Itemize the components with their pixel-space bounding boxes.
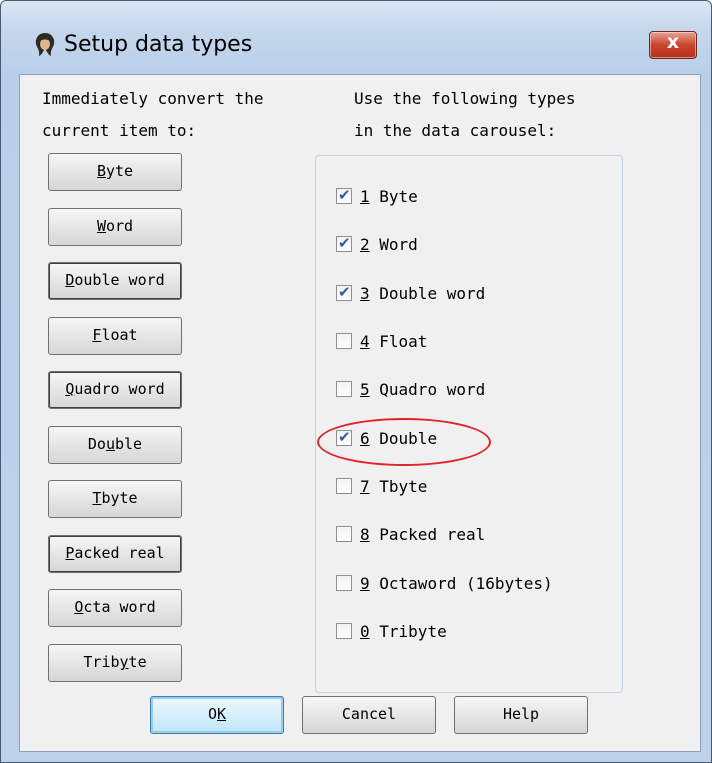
btn-accel: K [217, 705, 227, 723]
carousel-heading-line2: in the data carousel: [354, 121, 557, 140]
label-text: Byte [369, 187, 418, 206]
convert-heading-line1: Immediately convert the [42, 89, 264, 108]
label-text: Quadro word [369, 380, 486, 399]
accel-key: 4 [360, 332, 370, 351]
accel-key: 1 [360, 187, 370, 206]
btn-text-post: byte [101, 489, 138, 507]
convert-packed-real-button[interactable]: Packed real [48, 535, 182, 573]
checkbox-label: 7 Tbyte [360, 477, 427, 497]
label-text: Packed real [369, 525, 486, 544]
convert-float-button[interactable]: Float [48, 317, 182, 355]
help-button[interactable]: Help [454, 696, 588, 734]
label-text: Tbyte [369, 477, 428, 496]
checkbox[interactable] [336, 283, 352, 301]
app-icon [35, 33, 55, 56]
btn-text-pre: O [207, 705, 217, 723]
btn-text-post: yte [105, 162, 134, 180]
checkbox[interactable] [336, 575, 352, 591]
btn-text-post: uadro word [74, 380, 165, 398]
checkbox-label: 1 Byte [360, 187, 418, 207]
window-title: Setup data types [64, 32, 253, 57]
carousel-heading-line1: Use the following types [354, 89, 576, 108]
convert-word-button[interactable]: Word [48, 208, 182, 246]
convert-heading-line2: current item to: [42, 121, 197, 140]
btn-text-post: loat [101, 326, 138, 344]
checkbox-label: 8 Packed real [360, 525, 485, 545]
accel-key: 7 [360, 477, 370, 496]
btn-accel: B [96, 162, 106, 180]
btn-text-post: ble [115, 435, 143, 453]
checkbox[interactable] [336, 623, 352, 639]
btn-text: Cancel [341, 705, 397, 723]
convert-tribyte-button[interactable]: Tribyte [48, 644, 182, 682]
ok-button[interactable]: OK [150, 696, 284, 734]
label-text: Float [369, 332, 428, 351]
checkbox-label: 2 Word [360, 235, 418, 255]
accel-key: 8 [360, 525, 370, 544]
btn-accel: Q [65, 380, 75, 398]
btn-text-post: ord [105, 217, 134, 235]
convert-tbyte-button[interactable]: Tbyte [48, 480, 182, 518]
convert-quadro-word-button[interactable]: Quadro word [48, 371, 182, 409]
accel-key: 5 [360, 380, 370, 399]
checkbox[interactable] [336, 381, 352, 397]
cancel-button[interactable]: Cancel [302, 696, 436, 734]
btn-accel: P [65, 544, 75, 562]
convert-double-button[interactable]: Double [48, 426, 182, 464]
dialog-window: Setup data types x Immediately convert t… [0, 0, 712, 763]
dialog-client: Immediately convert the current item to:… [19, 74, 701, 752]
accel-key: 2 [360, 235, 370, 254]
checkbox[interactable] [336, 333, 352, 349]
btn-accel: D [65, 271, 75, 289]
convert-byte-button[interactable]: Byte [48, 153, 182, 191]
label-text: Double word [369, 284, 486, 303]
checkbox-label: 5 Quadro word [360, 380, 485, 400]
checkbox-label: 0 Tribyte [360, 622, 447, 642]
btn-text-pre: Do [87, 435, 106, 453]
checkbox-label: 3 Double word [360, 284, 485, 304]
accel-key: 9 [360, 574, 370, 593]
btn-accel: y [119, 653, 129, 671]
btn-accel: W [96, 217, 106, 235]
close-button[interactable]: x [649, 31, 697, 59]
title-bar[interactable]: Setup data types x [1, 1, 711, 73]
btn-text: Help [502, 705, 540, 723]
checkbox[interactable] [336, 186, 352, 204]
accel-key: 3 [360, 284, 370, 303]
btn-text-post: te [128, 653, 147, 671]
checkbox[interactable] [336, 526, 352, 542]
btn-text-post: acked real [74, 544, 165, 562]
accel-key: 0 [360, 622, 370, 641]
btn-text-post: cta word [83, 598, 156, 616]
convert-octa-word-button[interactable]: Octa word [48, 589, 182, 627]
btn-accel: u [105, 435, 115, 453]
checkbox-label: 4 Float [360, 332, 427, 352]
label-text: Word [369, 235, 418, 254]
label-text: Tribyte [369, 622, 447, 641]
close-icon: x [666, 31, 680, 53]
btn-text-post: ouble word [74, 271, 165, 289]
convert-double-word-button[interactable]: Double word [48, 262, 182, 300]
checkbox[interactable] [336, 234, 352, 252]
checkbox[interactable] [336, 478, 352, 494]
highlight-circle [317, 418, 491, 466]
checkbox-label: 9 Octaword (16bytes) [360, 574, 553, 594]
label-text: Octaword (16bytes) [369, 574, 553, 593]
btn-text-pre: Trib [83, 653, 120, 671]
